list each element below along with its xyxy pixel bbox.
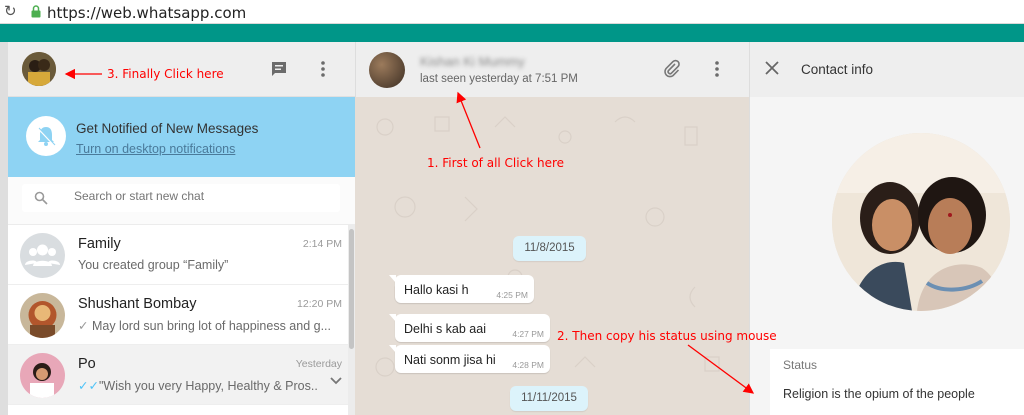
chat-name: Shushant Bombay (78, 296, 197, 312)
contact-profile-photo[interactable] (832, 133, 1010, 311)
conversation-panel: Kishan Ki Mummy last seen yesterday at 7… (355, 42, 749, 415)
chat-name: Family (78, 236, 121, 252)
date-chip: 11/8/2015 (513, 236, 586, 261)
message-time: 4:27 PM (512, 329, 544, 339)
message-bubble[interactable]: Hallo kasi h 4:25 PM (389, 275, 534, 303)
chat-preview: ✓✓"Wish you very Happy, Healthy & Pros..… (78, 379, 318, 393)
message-bubble[interactable]: Nati sonm jisa hi 4:28 PM (389, 345, 550, 373)
enable-notifications-link[interactable]: Turn on desktop notifications (76, 142, 235, 156)
url-text[interactable]: https://web.whatsapp.com (47, 4, 246, 22)
contact-avatar (20, 293, 65, 338)
chat-list-item[interactable]: Family 2:14 PM You created group “Family… (8, 225, 348, 285)
chat-time: Yesterday (295, 358, 342, 370)
message-time: 4:28 PM (512, 360, 544, 370)
chat-list-item[interactable]: Po Yesterday ✓✓"Wish you very Happy, Hea… (8, 345, 348, 405)
search-box[interactable] (22, 184, 340, 212)
message-text: Hallo kasi h (404, 283, 469, 297)
reload-icon[interactable]: ↻ (4, 2, 17, 20)
chat-list-item[interactable]: Shushant Bombay 12:20 PM ✓ May lord sun … (8, 285, 348, 345)
message-time: 4:25 PM (496, 290, 528, 300)
browser-address-bar: ↻ https://web.whatsapp.com (0, 0, 1024, 24)
date-chip: 11/11/2015 (510, 386, 588, 411)
chat-name: Po (78, 356, 96, 372)
contact-name[interactable]: Kishan Ki Mummy (420, 54, 525, 69)
annotation-step2: 2. Then copy his status using mouse (557, 329, 777, 343)
chat-preview: You created group “Family” (78, 258, 229, 272)
last-seen-status[interactable]: last seen yesterday at 7:51 PM (420, 73, 578, 85)
message-text: Nati sonm jisa hi (404, 353, 496, 367)
scrollbar-thumb[interactable] (349, 229, 354, 349)
menu-icon[interactable] (708, 60, 726, 78)
chat-time: 2:14 PM (302, 238, 342, 250)
lock-icon (31, 5, 41, 18)
contact-info-title: Contact info (801, 62, 874, 77)
close-icon[interactable] (765, 61, 779, 75)
contact-info-panel: Contact info Status Religion is the opiu… (749, 42, 1024, 415)
sidebar: Get Notified of New Messages Turn on des… (8, 42, 355, 415)
search-bar (8, 177, 355, 225)
chat-list-scrollbar[interactable] (348, 225, 355, 415)
contact-avatar[interactable] (369, 52, 405, 88)
search-icon (34, 191, 48, 205)
status-text[interactable]: Religion is the opium of the people (783, 387, 975, 401)
chat-time: 12:20 PM (297, 298, 342, 310)
chat-preview: ✓ May lord sun bring lot of happiness an… (78, 319, 332, 333)
attach-icon[interactable] (662, 59, 682, 79)
message-bubble[interactable]: Delhi s kab aai 4:27 PM (389, 314, 550, 342)
contact-info-header: Contact info (750, 42, 1024, 97)
new-chat-icon[interactable] (270, 60, 288, 78)
notification-title: Get Notified of New Messages (76, 121, 259, 136)
notification-banner: Get Notified of New Messages Turn on des… (8, 97, 355, 177)
app-background (0, 42, 8, 415)
menu-icon[interactable] (314, 60, 332, 78)
app-top-band (0, 24, 1024, 42)
annotation-step3: 3. Finally Click here (107, 67, 224, 81)
contact-avatar (20, 353, 65, 398)
bell-off-icon (26, 116, 66, 156)
group-avatar (20, 233, 65, 278)
chevron-down-icon[interactable] (330, 376, 342, 386)
conversation-header[interactable]: Kishan Ki Mummy last seen yesterday at 7… (355, 42, 749, 97)
my-profile-avatar[interactable] (22, 52, 56, 86)
message-text: Delhi s kab aai (404, 322, 486, 336)
annotation-step1: 1. First of all Click here (427, 156, 564, 170)
search-input[interactable] (74, 189, 324, 203)
status-section: Status Religion is the opium of the peop… (770, 349, 1024, 415)
status-label: Status (783, 358, 818, 372)
group-icon (20, 233, 65, 278)
